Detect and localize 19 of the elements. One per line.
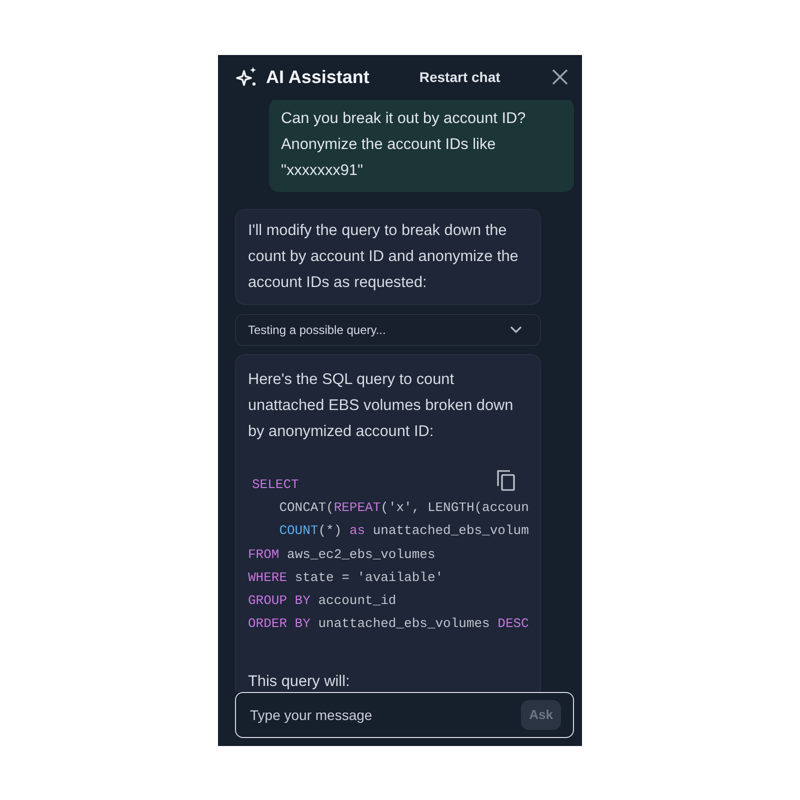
status-text: Testing a possible query... [248, 322, 386, 339]
code-line: SELECT [251, 476, 299, 494]
chevron-down-icon[interactable] [510, 326, 522, 334]
panel-title: AI Assistant [266, 66, 370, 89]
assistant-message: I'll modify the query to break down the count by account ID and anonymize the account IDs as requested: [235, 208, 541, 305]
status-row[interactable]: Testing a possible query... [235, 314, 541, 346]
message-text: Here's the SQL query to count unattached EBS volumes broken down by anonymized account ID: [248, 370, 514, 442]
restart-chat-button[interactable]: Restart chat [419, 66, 500, 88]
code-line: FROM aws_ec2_ebs_volumes [248, 546, 436, 564]
close-button[interactable] [552, 69, 568, 86]
code-line: ORDER BY unattached_ebs_volumes DESC [248, 615, 529, 634]
code-line: GROUP BY account_id [248, 592, 396, 610]
copy-icon[interactable] [496, 468, 516, 491]
code-line: WHERE state = 'available' [248, 568, 444, 587]
message-text: This query will: [248, 672, 351, 692]
code-line: COUNT(*) as unattached_ebs_volum [278, 522, 529, 540]
sparkle-icon [236, 66, 258, 88]
user-message: Can you break it out by account ID? Anonymize the account IDs like "xxxxxxx91" [269, 100, 574, 192]
code-line: CONCAT(REPEAT('x', LENGTH(accoun [278, 499, 529, 518]
